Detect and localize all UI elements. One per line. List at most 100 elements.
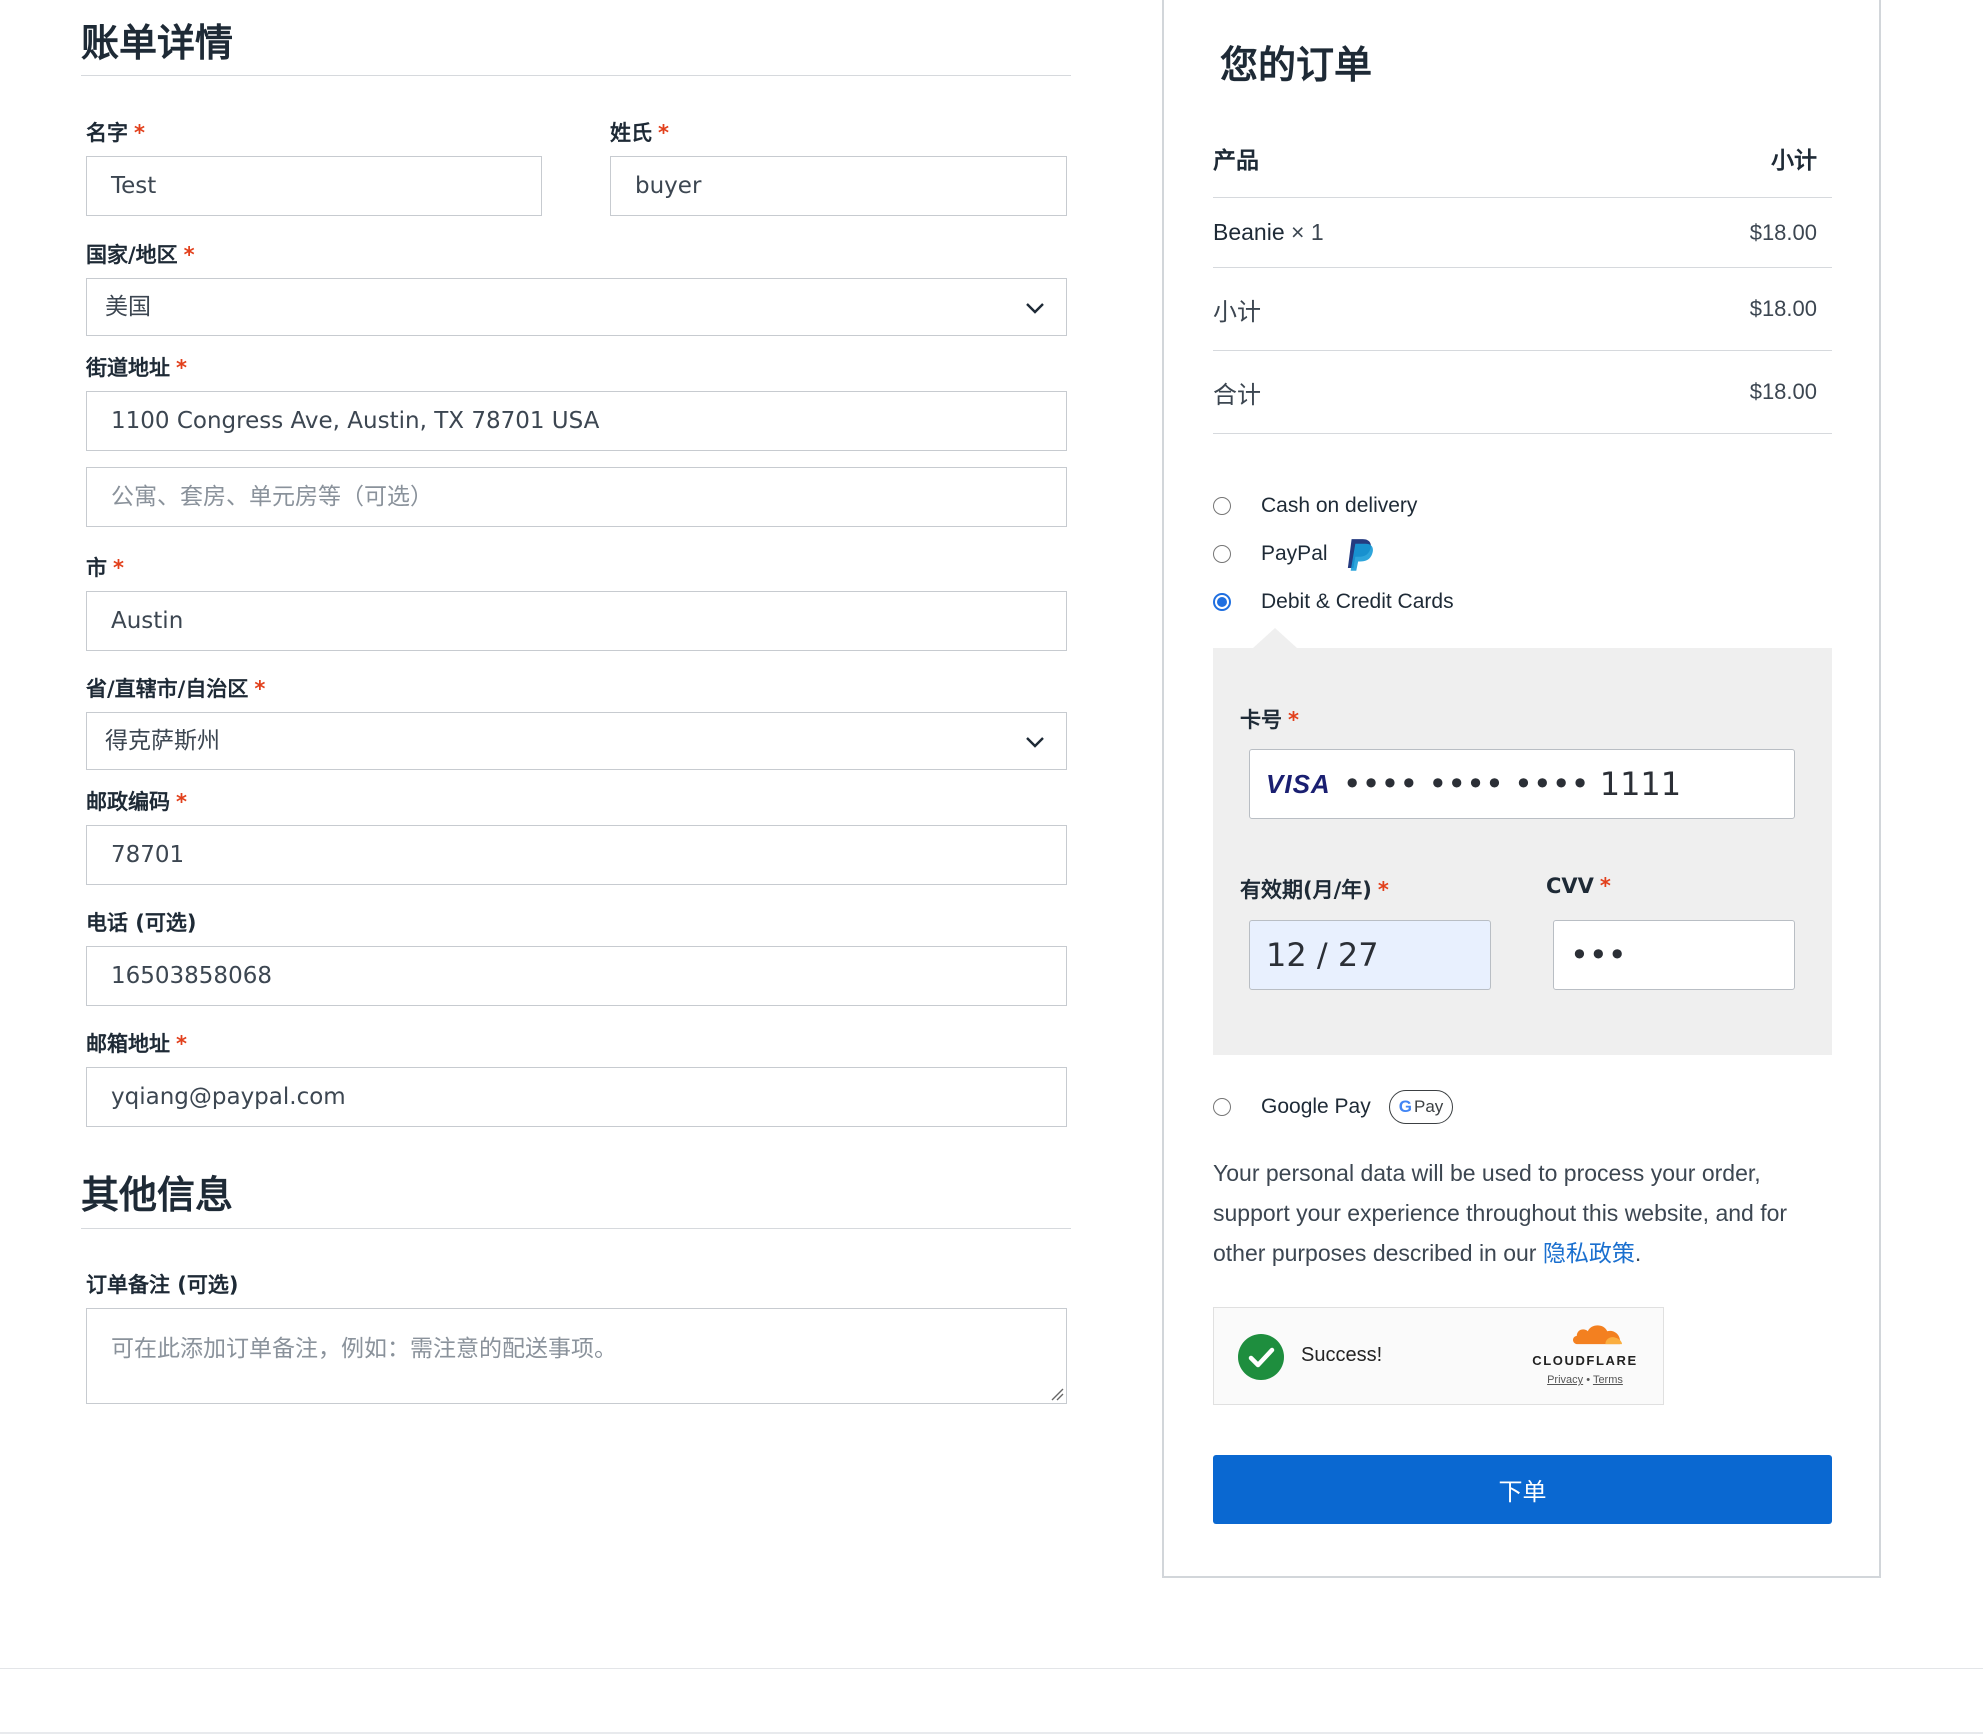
checkout-page: 账单详情 名字 * Test 姓氏 * buyer 国家/地区 * 美国 街道地址 * … (0, 0, 1983, 1734)
last-name-input[interactable]: buyer (610, 156, 1067, 216)
additional-section: 其他信息 (81, 1152, 1071, 1229)
item-name: Beanie (1213, 219, 1285, 245)
cloudflare-wordmark: CLOUDFLARE (1532, 1353, 1638, 1368)
total-row: 合计 $18.00 (1213, 351, 1832, 434)
required-mark: * (176, 1032, 187, 1056)
card-number-label: 卡号 (1240, 708, 1282, 732)
expiry-label: 有效期(月/年) (1240, 878, 1372, 902)
order-notes-label: 订单备注 (可选) (86, 1273, 239, 1297)
cf-privacy-link[interactable]: Privacy (1547, 1374, 1583, 1386)
item-qty: × 1 (1291, 219, 1324, 245)
city-label: 市 (86, 556, 107, 580)
subtotal-value: $18.00 (1749, 296, 1817, 321)
postcode-label: 邮政编码 (86, 790, 170, 814)
chevron-down-icon (1026, 737, 1044, 748)
order-notes-textarea[interactable]: 可在此添加订单备注，例如：需注意的配送事项。 (86, 1308, 1067, 1404)
privacy-notice: Your personal data will be used to proce… (1213, 1160, 1788, 1267)
payment-option-paypal[interactable]: PayPal (1213, 539, 1374, 571)
col-product: 产品 (1213, 147, 1259, 174)
required-mark: * (254, 677, 266, 701)
payment-option-cod[interactable]: Cash on delivery (1213, 491, 1417, 521)
cloudflare-turnstile: Success! CLOUDFLARE Privacy • Terms (1213, 1307, 1664, 1405)
total-value: $18.00 (1749, 379, 1817, 404)
street-label: 街道地址 (86, 356, 170, 380)
last-name-label: 姓氏 (610, 121, 652, 145)
payment-label-gpay: Google Pay (1261, 1095, 1371, 1118)
street-address-2-input[interactable]: 公寓、套房、单元房等（可选） (86, 467, 1067, 527)
required-mark: * (1599, 874, 1611, 898)
chevron-down-icon (1026, 303, 1044, 314)
order-table-header: 产品 小计 (1213, 118, 1832, 198)
additional-title: 其他信息 (81, 1152, 1071, 1229)
google-g-icon: G (1398, 1097, 1412, 1116)
col-subtotal: 小计 (1771, 147, 1817, 174)
street-address-2-field: 公寓、套房、单元房等（可选） (86, 459, 1067, 527)
cvv-label: CVV (1546, 874, 1594, 898)
postcode-input[interactable]: 78701 (86, 825, 1067, 885)
radio-cards[interactable] (1213, 593, 1231, 611)
billing-title: 账单详情 (81, 0, 1071, 76)
street-field: 街道地址 * 1100 Congress Ave, Austin, TX 7870… (86, 353, 1067, 451)
cloudflare-cloud-icon (1573, 1325, 1622, 1345)
postcode-field: 邮政编码 * 78701 (86, 787, 1067, 885)
payment-label-cards: Debit & Credit Cards (1261, 590, 1454, 613)
order-title: 您的订单 (1220, 43, 1373, 87)
payment-option-cards[interactable]: Debit & Credit Cards (1213, 587, 1454, 617)
google-pay-badge: G Pay (1388, 1090, 1454, 1124)
cvv-input[interactable]: ••• (1553, 920, 1795, 990)
cf-link-separator: • (1586, 1374, 1591, 1386)
first-name-field: 名字 * Test (86, 118, 542, 216)
email-label: 邮箱地址 (86, 1032, 170, 1056)
card-fields-panel: 卡号 * VISA •••• •••• •••• 1111 有效期(月/年) * 1… (1213, 628, 1832, 1055)
expiry-input[interactable]: 12 / 27 (1249, 920, 1491, 990)
city-field: 市 * Austin (86, 553, 1067, 651)
order-notes-field: 订单备注 (可选) 可在此添加订单备注，例如：需注意的配送事项。 (86, 1270, 1067, 1404)
required-mark: * (1377, 878, 1389, 902)
payment-option-gpay[interactable]: Google Pay G Pay (1213, 1089, 1454, 1125)
state-field: 省/直辖市/自治区 * 得克萨斯州 (86, 674, 1067, 770)
state-value: 得克萨斯州 (105, 728, 220, 754)
footer-divider (0, 1668, 1983, 1669)
privacy-policy-link[interactable]: 隐私政策 (1543, 1241, 1635, 1267)
first-name-label: 名字 (86, 121, 128, 145)
cf-terms-link[interactable]: Terms (1593, 1374, 1623, 1386)
subtotal-row: 小计 $18.00 (1213, 268, 1832, 351)
radio-paypal[interactable] (1213, 545, 1231, 563)
required-mark: * (176, 356, 187, 380)
state-select[interactable]: 得克萨斯州 (86, 712, 1067, 770)
payment-label-cod: Cash on delivery (1261, 494, 1418, 517)
resize-handle-icon[interactable] (1050, 1387, 1064, 1401)
required-mark: * (1288, 708, 1299, 732)
phone-field: 电话 (可选) 16503858068 (86, 908, 1067, 1006)
email-input[interactable]: yqiang@paypal.com (86, 1067, 1067, 1127)
state-label: 省/直辖市/自治区 (86, 677, 249, 701)
billing-section: 账单详情 (81, 0, 1071, 76)
first-name-input[interactable]: Test (86, 156, 542, 216)
order-review-box: 您的订单 产品 小计 Beanie × 1 $18.00 小计 $18.00 合… (1162, 0, 1881, 1578)
phone-input[interactable]: 16503858068 (86, 946, 1067, 1006)
visa-logo-icon: VISA (1266, 768, 1331, 799)
card-number-input[interactable]: VISA •••• •••• •••• 1111 (1249, 749, 1795, 819)
order-table: 产品 小计 Beanie × 1 $18.00 小计 $18.00 合计 $18… (1213, 118, 1832, 434)
last-name-field: 姓氏 * buyer (610, 118, 1067, 216)
place-order-button[interactable]: 下单 (1213, 1455, 1832, 1524)
radio-cod[interactable] (1213, 497, 1231, 515)
radio-gpay[interactable] (1213, 1098, 1231, 1116)
required-mark: * (113, 556, 124, 580)
required-mark: * (183, 243, 195, 267)
turnstile-status: Success! (1301, 1344, 1383, 1366)
paypal-logo-icon (1347, 539, 1373, 571)
item-price: $18.00 (1749, 219, 1817, 245)
order-notes-placeholder: 可在此添加订单备注，例如：需注意的配送事项。 (111, 1336, 617, 1362)
order-item-row: Beanie × 1 $18.00 (1213, 198, 1832, 268)
city-input[interactable]: Austin (86, 591, 1067, 651)
expiry-value: 12 / 27 (1266, 936, 1379, 974)
email-field: 邮箱地址 * yqiang@paypal.com (86, 1029, 1067, 1127)
country-select[interactable]: 美国 (86, 278, 1067, 336)
country-value: 美国 (105, 294, 151, 320)
country-label: 国家/地区 (86, 243, 178, 267)
cvv-value: ••• (1570, 936, 1627, 974)
payment-label-paypal: PayPal (1261, 542, 1328, 565)
street-address-input[interactable]: 1100 Congress Ave, Austin, TX 78701 USA (86, 391, 1067, 451)
phone-label: 电话 (可选) (86, 911, 197, 935)
